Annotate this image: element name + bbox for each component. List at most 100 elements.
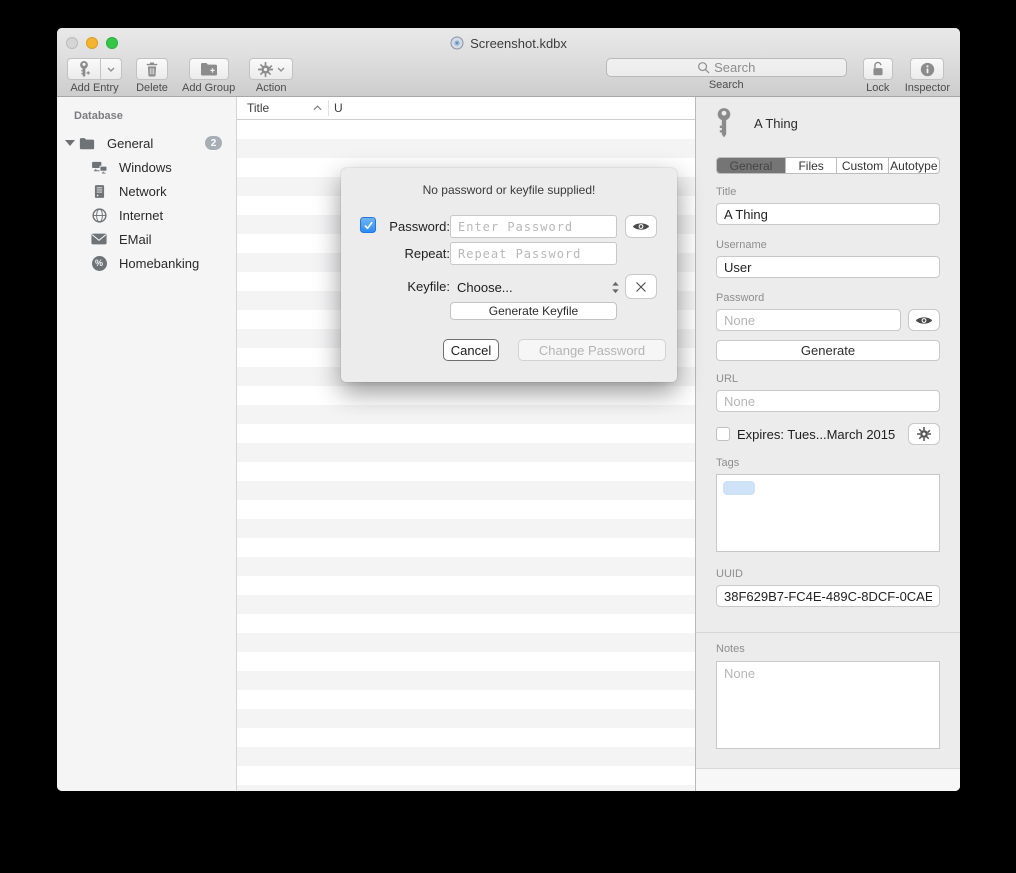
globe-icon	[90, 207, 108, 223]
notes-field[interactable]	[716, 661, 940, 749]
search-input[interactable]: Search	[606, 58, 847, 77]
sidebar-item-label: Network	[119, 184, 167, 199]
tags-field-label: Tags	[716, 457, 940, 469]
sidebar-section-header: Database	[57, 97, 236, 122]
expires-settings-button[interactable]	[908, 423, 940, 445]
url-field-label: URL	[716, 373, 940, 385]
add-entry-dropdown-button[interactable]	[101, 58, 122, 80]
titlebar[interactable]: Screenshot.kdbx	[57, 28, 960, 58]
expires-checkbox[interactable]	[716, 427, 730, 441]
sidebar-item-label: Windows	[119, 160, 172, 175]
entry-title: A Thing	[754, 116, 798, 131]
server-icon	[90, 183, 108, 199]
action-item: Action	[249, 58, 293, 94]
eye-icon	[915, 315, 933, 326]
add-group-label: Add Group	[182, 82, 235, 94]
add-group-button[interactable]	[189, 58, 229, 80]
key-icon	[716, 108, 732, 139]
minimize-button[interactable]	[86, 37, 98, 49]
enter-password-input[interactable]	[450, 215, 617, 238]
inspector-footer	[696, 768, 960, 791]
delete-item: Delete	[136, 58, 168, 94]
change-password-button[interactable]: Change Password	[518, 339, 666, 361]
inspector-tabs: General Files Custom Autotype	[716, 157, 940, 174]
entry-count-badge: 2	[205, 136, 222, 150]
search-icon	[697, 61, 710, 74]
keyfile-popup[interactable]: Choose...	[450, 275, 622, 299]
username-field[interactable]	[716, 256, 940, 278]
search-placeholder: Search	[714, 60, 755, 75]
search-item: Search Search	[606, 58, 847, 91]
action-button[interactable]	[249, 58, 293, 80]
change-password-sheet: No password or keyfile supplied! Passwor…	[341, 168, 677, 382]
repeat-password-input[interactable]	[450, 242, 617, 265]
window-title-wrap: Screenshot.kdbx	[450, 36, 567, 51]
tab-autotype[interactable]: Autotype	[888, 158, 939, 173]
uuid-field[interactable]	[716, 585, 940, 607]
tag-token[interactable]	[723, 481, 755, 495]
tab-general[interactable]: General	[717, 158, 785, 173]
title-field[interactable]	[716, 203, 940, 225]
url-field[interactable]	[716, 390, 940, 412]
add-entry-button[interactable]	[67, 58, 101, 80]
percent-icon: %	[90, 255, 108, 271]
generate-keyfile-button[interactable]: Generate Keyfile	[450, 302, 617, 320]
lock-button[interactable]	[863, 58, 893, 80]
disclosure-triangle-icon[interactable]	[64, 140, 76, 146]
keyfile-label: Keyfile:	[378, 279, 450, 294]
add-group-item: Add Group	[182, 58, 235, 94]
close-x-icon	[635, 281, 647, 293]
delete-button[interactable]	[136, 58, 168, 80]
gear-icon	[258, 62, 273, 77]
cancel-button[interactable]: Cancel	[443, 339, 499, 361]
sidebar-item-network[interactable]: Network	[57, 179, 236, 203]
tab-files[interactable]: Files	[785, 158, 836, 173]
lock-item: Lock	[863, 58, 893, 94]
key-plus-icon	[78, 61, 90, 78]
reveal-password-button[interactable]	[625, 215, 657, 238]
column-header-title[interactable]: Title	[237, 101, 313, 115]
zoom-button[interactable]	[106, 37, 118, 49]
sidebar-item-email[interactable]: EMail	[57, 227, 236, 251]
sidebar: Database General 2 Windows	[57, 97, 237, 791]
lock-label: Lock	[866, 82, 889, 94]
reveal-password-button[interactable]	[908, 309, 940, 331]
password-field-label: Password	[716, 292, 940, 304]
window-title: Screenshot.kdbx	[470, 36, 567, 51]
content-area: Database General 2 Windows	[57, 97, 960, 791]
workgroup-icon	[90, 159, 108, 175]
sort-ascending-icon	[313, 105, 322, 111]
unlock-icon	[871, 61, 885, 77]
sidebar-item-windows[interactable]: Windows	[57, 155, 236, 179]
repeat-label: Repeat:	[378, 246, 450, 261]
inspector-label: Inspector	[905, 82, 950, 94]
action-label: Action	[256, 82, 287, 94]
traffic-lights	[66, 37, 118, 49]
generate-password-button[interactable]: Generate	[716, 340, 940, 361]
tags-input[interactable]	[716, 474, 940, 552]
toolbar-right: Search Search Lock	[606, 58, 950, 94]
add-entry-label: Add Entry	[70, 82, 118, 94]
tab-custom[interactable]: Custom	[836, 158, 887, 173]
keyfile-popup-value: Choose...	[457, 280, 513, 295]
password-field[interactable]	[716, 309, 901, 331]
sidebar-item-general[interactable]: General 2	[57, 131, 236, 155]
clear-keyfile-button[interactable]	[625, 274, 657, 299]
sidebar-item-homebanking[interactable]: % Homebanking	[57, 251, 236, 275]
expires-label: Expires: Tues...March 2015	[737, 427, 895, 442]
username-field-label: Username	[716, 239, 940, 251]
entry-header: A Thing	[716, 105, 940, 141]
password-label: Password:	[378, 219, 450, 234]
inspector-toggle-button[interactable]	[910, 58, 944, 80]
gear-icon	[917, 427, 931, 441]
sidebar-item-label: General	[107, 136, 153, 151]
password-enabled-checkbox[interactable]	[360, 217, 376, 233]
close-button[interactable]	[66, 37, 78, 49]
info-icon	[920, 62, 935, 77]
stepper-icon	[611, 280, 620, 295]
sidebar-item-label: Internet	[119, 208, 163, 223]
sidebar-item-internet[interactable]: Internet	[57, 203, 236, 227]
inspector-panel: A Thing General Files Custom Autotype Ti…	[695, 97, 960, 791]
sidebar-item-label: EMail	[119, 232, 152, 247]
column-header-username[interactable]: U	[329, 101, 343, 115]
